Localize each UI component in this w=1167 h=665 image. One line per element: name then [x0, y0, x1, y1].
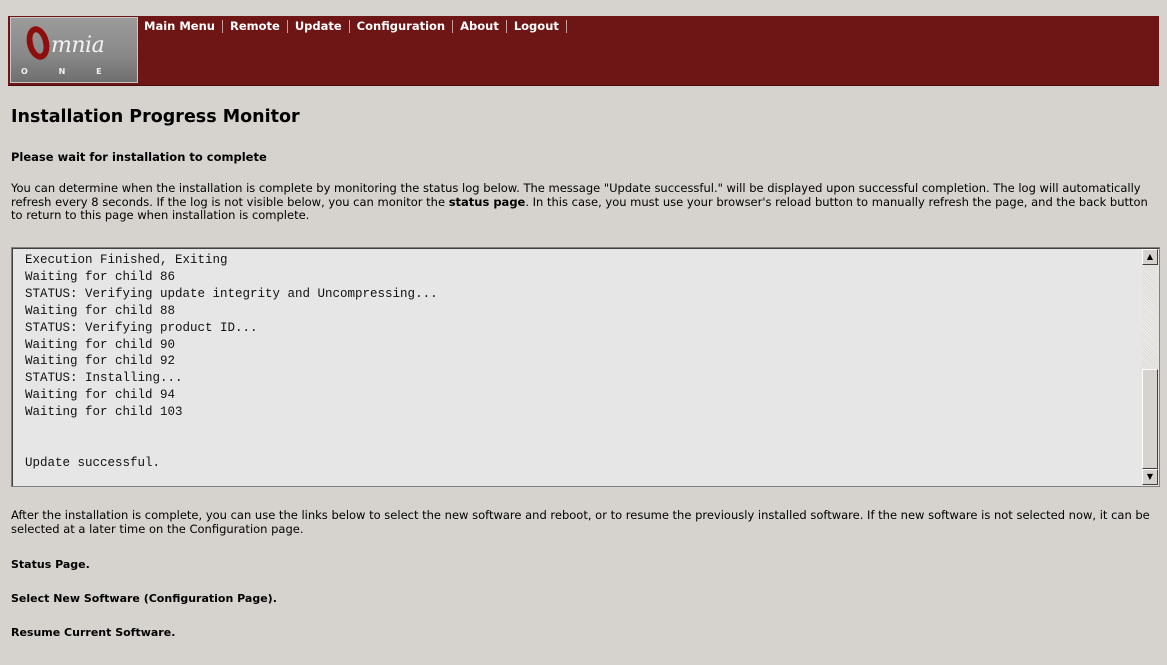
status-log-textarea[interactable]: Execution Finished, Exiting Waiting for c…	[11, 247, 1160, 487]
logo-o-mark	[23, 23, 53, 63]
log-line: Waiting for child 94	[25, 388, 176, 403]
status-page-inline-link[interactable]: status page	[449, 195, 526, 209]
page-subtitle: Please wait for installation to complete	[11, 150, 267, 164]
log-line: STATUS: Verifying update integrity and U…	[25, 286, 438, 301]
status-log-content: Execution Finished, Exiting Waiting for c…	[25, 252, 438, 472]
resume-current-software-link[interactable]: Resume Current Software.	[11, 626, 175, 639]
log-line: STATUS: Installing...	[25, 371, 183, 386]
nav-configuration[interactable]: Configuration	[350, 20, 454, 33]
log-line: Waiting for child 103	[25, 405, 183, 420]
scroll-thumb[interactable]	[1142, 369, 1158, 469]
scroll-up-button[interactable]: ▲	[1142, 249, 1158, 265]
top-strip	[0, 0, 1167, 8]
nav-about[interactable]: About	[453, 20, 507, 33]
nav-remote[interactable]: Remote	[223, 20, 288, 33]
log-line: STATUS: Verifying product ID...	[25, 320, 258, 335]
scroll-down-button[interactable]: ▼	[1142, 469, 1158, 485]
intro-paragraph: You can determine when the installation …	[11, 181, 1159, 223]
page-title: Installation Progress Monitor	[11, 107, 300, 127]
nav-main-menu[interactable]: Main Menu	[144, 20, 223, 33]
main-nav: Main Menu Remote Update Configuration Ab…	[144, 20, 567, 33]
status-page-link[interactable]: Status Page.	[11, 558, 90, 571]
nav-update[interactable]: Update	[288, 20, 350, 33]
omnia-logo[interactable]: mnia O N E	[10, 17, 138, 83]
select-new-software-link[interactable]: Select New Software (Configuration Page)…	[11, 592, 277, 605]
log-line: Waiting for child 86	[25, 269, 176, 284]
log-line: Waiting for child 92	[25, 354, 176, 369]
log-line: Execution Finished, Exiting	[25, 253, 228, 267]
logo-tagline: O N E	[21, 67, 116, 76]
log-line: Waiting for child 90	[25, 337, 176, 352]
header-bar: mnia O N E Main Menu Remote Update Confi…	[8, 16, 1159, 86]
logo-wordmark: mnia	[51, 33, 105, 58]
log-line: Waiting for child 88	[25, 303, 176, 318]
log-scrollbar[interactable]: ▲ ▼	[1142, 249, 1158, 485]
log-line: Update successful.	[25, 455, 161, 470]
after-install-paragraph: After the installation is complete, you …	[11, 508, 1150, 536]
nav-logout[interactable]: Logout	[507, 20, 567, 33]
